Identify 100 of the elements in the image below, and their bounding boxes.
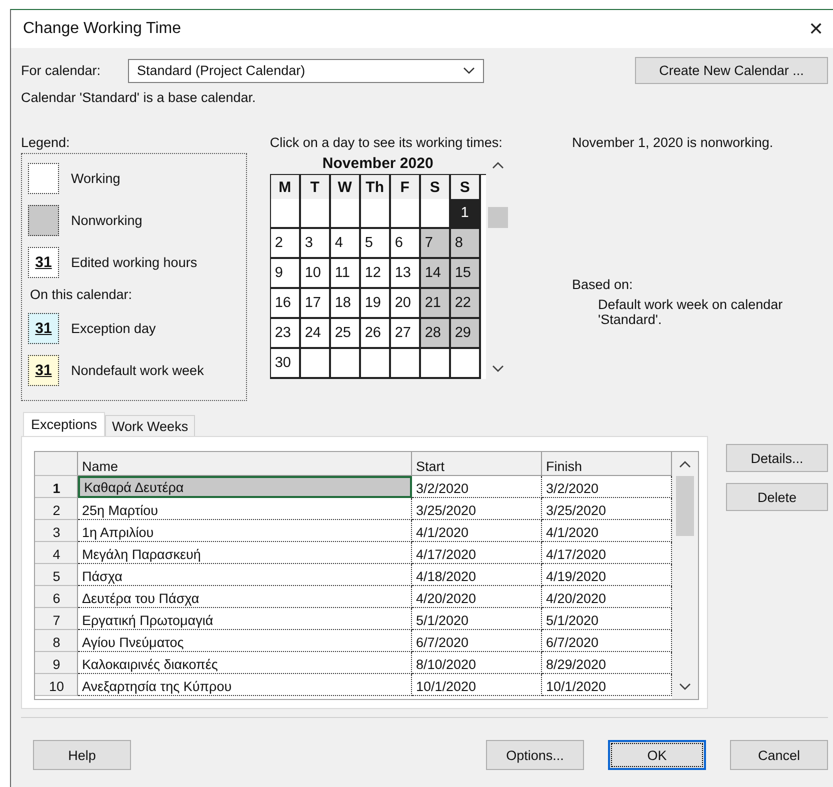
tab[interactable]: Work Weeks (105, 415, 196, 436)
calendar-day[interactable]: 10 (300, 259, 331, 289)
table-cell: 1η Απριλίου (78, 520, 412, 542)
column-header[interactable]: Finish (542, 452, 672, 476)
legend-swatch (28, 162, 59, 194)
dialog-button[interactable]: OK (608, 740, 706, 770)
table-cell: Εργατική Πρωτομαγιά (78, 608, 412, 630)
table-cell: 25η Μαρτίου (78, 498, 412, 520)
scroll-down-icon[interactable] (679, 683, 691, 691)
calendar-day[interactable]: 8 (450, 229, 481, 259)
calendar-day[interactable]: 19 (360, 289, 391, 319)
calendar-day[interactable]: 20 (390, 289, 421, 319)
calendar-day[interactable]: 18 (330, 289, 361, 319)
table-cell: 10/1/2020 (412, 674, 542, 696)
day-status-text: November 1, 2020 is nonworking. (572, 135, 774, 152)
calendar-day[interactable]: 5 (360, 229, 391, 259)
calendar-day[interactable]: 22 (450, 289, 481, 319)
calendar-day[interactable]: 24 (300, 319, 331, 349)
legend-label: Legend: (21, 135, 71, 152)
calendar-day[interactable]: 9 (270, 259, 301, 289)
legend-label-text: Nondefault work week (71, 362, 204, 378)
calendar-day[interactable]: 30 (270, 349, 301, 379)
scroll-down-icon[interactable] (492, 365, 504, 373)
row-number[interactable]: 7 (35, 608, 78, 630)
table-cell: Ανεξαρτησία της Κύπρου (78, 674, 412, 696)
calendar-day[interactable]: 2 (270, 229, 301, 259)
legend-subheading: On this calendar: (30, 287, 134, 304)
legend-label-text: Edited working hours (71, 254, 198, 270)
table-cell: 3/25/2020 (412, 498, 542, 520)
based-on-label: Based on: (572, 277, 634, 292)
calendar-day[interactable]: 1 (450, 199, 481, 229)
calendar-day[interactable]: 16 (270, 289, 301, 319)
legend-label-text: Exception day (71, 320, 156, 336)
legend-swatch: 31 (28, 312, 59, 344)
calendar-day[interactable]: 12 (360, 259, 391, 289)
calendar-dropdown[interactable]: Standard (Project Calendar) (128, 58, 484, 82)
column-header[interactable]: Name (78, 452, 412, 476)
calendar-day[interactable]: 14 (420, 259, 451, 289)
scroll-up-icon[interactable] (679, 460, 691, 468)
table-cell: 6/7/2020 (412, 630, 542, 652)
scroll-up-icon[interactable] (492, 161, 504, 169)
calendar-day[interactable]: 26 (360, 319, 391, 349)
row-number[interactable]: 8 (35, 630, 78, 652)
column-header[interactable]: Start (412, 452, 542, 476)
side-button[interactable]: Details... (726, 444, 828, 472)
tab[interactable]: Exceptions (23, 412, 106, 436)
calendar-prompt: Click on a day to see its working times: (270, 135, 504, 152)
calendar-day[interactable]: 17 (300, 289, 331, 319)
calendar-day[interactable]: 25 (330, 319, 361, 349)
table-cell: Πάσχα (78, 564, 412, 586)
calendar-day[interactable]: 6 (390, 229, 421, 259)
table-cell: 3/2/2020 (412, 476, 542, 498)
calendar-day[interactable]: 21 (420, 289, 451, 319)
weekday-header: M (270, 175, 301, 201)
calendar-day[interactable]: 7 (420, 229, 451, 259)
table-cell: Αγίου Πνεύματος (78, 630, 412, 652)
dialog-button[interactable]: Help (33, 740, 131, 770)
calendar-day[interactable]: 4 (330, 229, 361, 259)
row-number[interactable]: 9 (35, 652, 78, 674)
calendar-day[interactable]: 29 (450, 319, 481, 349)
calendar-day[interactable]: 3 (300, 229, 331, 259)
month-title: November 2020 (321, 155, 434, 174)
dialog-button[interactable]: Options... (486, 740, 584, 770)
based-on-detail: Default work week on calendar 'Standard'. (598, 297, 784, 327)
calendar-day[interactable]: 15 (450, 259, 481, 289)
calendar-day[interactable]: 11 (330, 259, 361, 289)
calendar-day[interactable]: 23 (270, 319, 301, 349)
legend-swatch (28, 204, 59, 236)
table-cell: 4/20/2020 (412, 586, 542, 608)
legend-label-text: Working (71, 170, 120, 186)
table-cell: Καλοκαιρινές διακοπές (78, 652, 412, 674)
row-number[interactable]: 3 (35, 520, 78, 542)
table-cell: 4/18/2020 (412, 564, 542, 586)
row-number[interactable]: 10 (35, 674, 78, 696)
legend-swatch: 31 (28, 354, 59, 386)
table-cell: 8/10/2020 (412, 652, 542, 674)
table-cell: 4/17/2020 (412, 542, 542, 564)
row-number[interactable]: 6 (35, 586, 78, 608)
table-cell: 4/1/2020 (412, 520, 542, 542)
table-cell: 5/1/2020 (412, 608, 542, 630)
row-number[interactable]: 5 (35, 564, 78, 586)
calendar-label: For calendar: (21, 63, 102, 78)
calendar-day[interactable]: 27 (390, 319, 421, 349)
side-button[interactable]: Delete (726, 483, 828, 511)
calendar-day[interactable]: 28 (420, 319, 451, 349)
close-button[interactable]: ✕ (799, 12, 833, 46)
row-number[interactable]: 2 (35, 498, 78, 520)
legend-swatch: 31 (28, 246, 59, 278)
table-cell: Δευτέρα του Πάσχα (78, 586, 412, 608)
calendar-day[interactable]: 13 (390, 259, 421, 289)
base-calendar-note: Calendar 'Standard' is a base calendar. (21, 90, 257, 105)
dialog-button[interactable]: Cancel (730, 740, 828, 770)
table-cell: Καθαρά Δευτέρα (78, 476, 412, 498)
scroll-thumb[interactable] (676, 476, 694, 536)
window-title: Change Working Time (23, 20, 181, 38)
row-number[interactable]: 1 (35, 476, 78, 498)
create-calendar-button[interactable]: Create New Calendar ... (635, 57, 828, 84)
legend-label-text: Nonworking (71, 212, 142, 228)
row-number[interactable]: 4 (35, 542, 78, 564)
scroll-thumb[interactable] (488, 207, 508, 228)
